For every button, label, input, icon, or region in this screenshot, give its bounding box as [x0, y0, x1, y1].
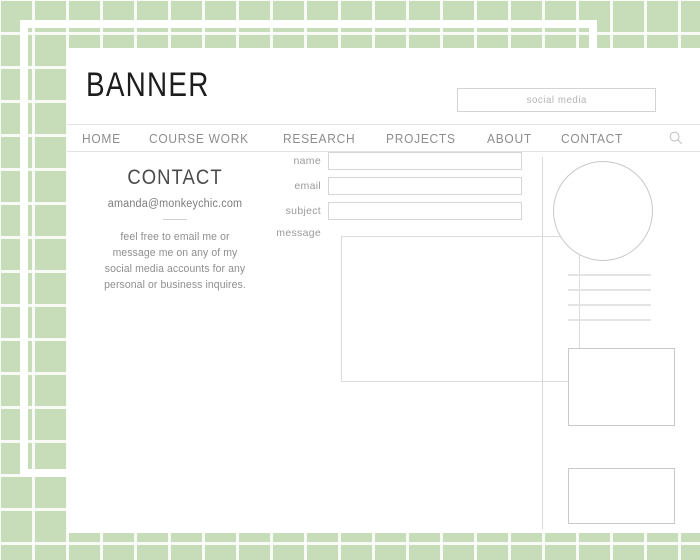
placeholder-line [568, 304, 651, 306]
placeholder-line [568, 289, 651, 291]
search-icon[interactable] [669, 131, 683, 145]
message-textarea[interactable] [341, 236, 580, 382]
form-row-subject: subject [272, 202, 527, 220]
form-row-email: email [272, 177, 527, 195]
email-label: email [294, 180, 321, 192]
contact-info-column: CONTACT amanda@monkeychic.com feel free … [75, 152, 275, 293]
nav-item-home[interactable]: HOME [82, 131, 121, 146]
message-label: message [276, 227, 321, 239]
nav-item-research[interactable]: RESEARCH [283, 131, 355, 146]
divider-rule [163, 219, 187, 220]
nav-items-container: HOME COURSE WORK RESEARCH PROJECTS ABOUT… [67, 125, 700, 151]
column-divider [542, 157, 543, 529]
social-media-placeholder: social media [526, 94, 587, 106]
thumbnail-large[interactable] [568, 348, 675, 426]
contact-blurb: feel free to email me or message me on a… [104, 231, 246, 291]
text-line-placeholders [568, 274, 651, 334]
form-row-name: name [272, 152, 527, 170]
email-input[interactable] [328, 177, 522, 195]
name-input[interactable] [328, 152, 522, 170]
nav-item-course-work[interactable]: COURSE WORK [149, 131, 249, 146]
nav-item-about[interactable]: ABOUT [487, 131, 532, 146]
subject-label: subject [285, 205, 321, 217]
contact-form: name email subject message [272, 152, 580, 382]
website-page: BANNER social media HOME COURSE WORK RES… [67, 48, 700, 533]
nav-item-contact[interactable]: CONTACT [561, 131, 623, 146]
thumbnail-small[interactable] [568, 468, 675, 524]
subject-input[interactable] [328, 202, 522, 220]
contact-heading: CONTACT [127, 166, 223, 189]
page-title: BANNER [86, 66, 210, 104]
social-media-input[interactable]: social media [457, 88, 656, 112]
placeholder-line [568, 274, 651, 276]
avatar-placeholder [553, 161, 653, 261]
screenshot-root: BANNER social media HOME COURSE WORK RES… [0, 0, 700, 560]
name-label: name [293, 155, 321, 167]
site-header: BANNER social media [67, 48, 700, 124]
page-content: CONTACT amanda@monkeychic.com feel free … [67, 152, 700, 533]
main-navigation: HOME COURSE WORK RESEARCH PROJECTS ABOUT… [67, 124, 700, 152]
nav-item-projects[interactable]: PROJECTS [386, 131, 456, 146]
placeholder-line [568, 319, 651, 321]
contact-email[interactable]: amanda@monkeychic.com [81, 198, 269, 210]
